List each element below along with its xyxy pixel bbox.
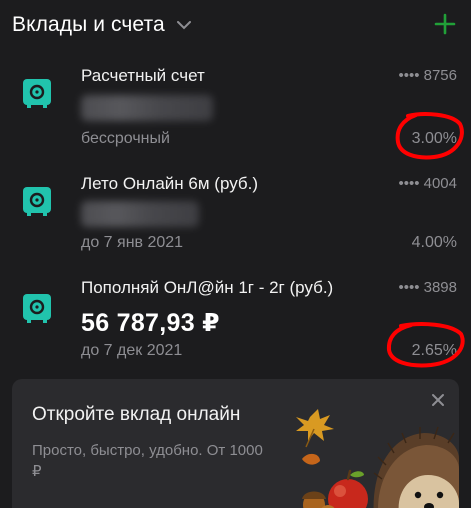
- chevron-down-icon[interactable]: [176, 18, 191, 32]
- account-rate: 3.00%: [411, 130, 457, 147]
- account-term: до 7 дек 2021: [81, 342, 183, 359]
- account-item-3[interactable]: Пополняй ОнЛ@йн 1г - 2г (руб.) •••• 3898…: [0, 270, 471, 378]
- header: Вклады и счета: [0, 0, 471, 50]
- apple-icon: [328, 469, 368, 508]
- account-number-mask: •••• 4004: [398, 175, 457, 192]
- account-term: бессрочный: [81, 130, 170, 147]
- page-title[interactable]: Вклады и счета: [12, 13, 165, 37]
- promo-title: Откройте вклад онлайн: [32, 404, 241, 425]
- account-rate: 2.65%: [411, 342, 457, 359]
- account-item-2[interactable]: Лето Онлайн 6м (руб.) •••• 4004 до 7 янв…: [0, 163, 471, 271]
- promo-text: Просто, быстро, удобно. От 1000 ₽: [32, 442, 263, 480]
- hidden-balance: [81, 95, 213, 121]
- hedgehog-icon: [373, 426, 459, 508]
- account-item-1[interactable]: Расчетный счет •••• 8756 бессрочный 3.00…: [0, 55, 471, 163]
- account-term: до 7 янв 2021: [81, 234, 184, 251]
- account-balance: 56 787,93 ₽: [81, 309, 220, 337]
- leaf-icon: [296, 409, 334, 448]
- account-number-mask: •••• 3898: [398, 279, 457, 296]
- account-rate: 4.00%: [411, 234, 457, 251]
- deposits-screen: Вклады и счета Расчетный счет •••• 8756 …: [0, 0, 471, 508]
- account-name: Расчетный счет: [81, 66, 205, 85]
- plus-icon[interactable]: [433, 12, 457, 36]
- hidden-balance: [81, 201, 199, 227]
- account-name: Лето Онлайн 6м (руб.): [81, 174, 259, 193]
- promo-card[interactable]: Откройте вклад онлайн Просто, быстро, уд…: [12, 379, 459, 508]
- account-number-mask: •••• 8756: [398, 67, 457, 84]
- safe-icon: [23, 187, 51, 216]
- hedgehog-apple-illustration: [296, 409, 459, 508]
- account-name: Пополняй ОнЛ@йн 1г - 2г (руб.): [81, 278, 334, 297]
- safe-icon: [23, 79, 51, 108]
- safe-icon: [23, 294, 51, 323]
